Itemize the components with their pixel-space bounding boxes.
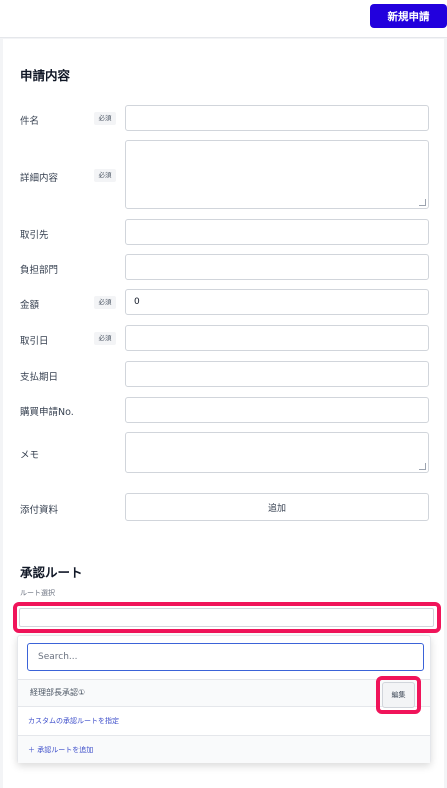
required-badge: 必須 — [94, 169, 116, 182]
add-attachment-button[interactable]: 追加 — [125, 493, 429, 521]
form-section-title: 申請内容 — [20, 68, 71, 83]
new-request-button[interactable]: 新規申請 — [370, 4, 447, 28]
vendor-input[interactable] — [125, 219, 429, 245]
department-input[interactable] — [125, 254, 429, 280]
field-label-memo: メモ — [20, 450, 40, 461]
top-bar: 新規申請 — [0, 0, 447, 38]
route-select-label: ルート選択 — [20, 589, 55, 597]
due-date-input[interactable] — [125, 361, 429, 387]
approval-section-title: 承認ルート — [20, 565, 83, 580]
field-label-vendor: 取引先 — [20, 230, 49, 241]
field-label-details: 詳細内容 — [20, 173, 59, 184]
route-search-input[interactable]: Search... — [27, 643, 424, 671]
route-dropdown: Search... 経理部長承認① 編集 カスタムの承認ルートを指定 ＋ 承認ル… — [17, 635, 431, 763]
amount-input[interactable]: 0 — [125, 289, 429, 315]
memo-textarea[interactable] — [125, 432, 429, 473]
subject-input[interactable] — [125, 105, 429, 131]
edit-route-button[interactable]: 編集 — [382, 682, 415, 708]
add-route-link[interactable]: ＋ 承認ルートを追加 — [28, 745, 93, 755]
required-badge: 必須 — [94, 296, 116, 309]
field-label-due-date: 支払期日 — [20, 372, 59, 383]
route-option-label: 経理部長承認① — [30, 688, 86, 697]
field-label-amount: 金額 — [20, 300, 40, 311]
divider — [18, 706, 430, 707]
route-select-input[interactable] — [19, 608, 434, 627]
field-label-department: 負担部門 — [20, 265, 59, 276]
field-label-attachments: 添付資料 — [20, 505, 59, 516]
field-label-transaction-date: 取引日 — [20, 336, 49, 347]
field-label-purchase-request-no: 購買申請No. — [20, 407, 74, 418]
transaction-date-input[interactable] — [125, 325, 429, 351]
custom-route-link[interactable]: カスタムの承認ルートを指定 — [28, 716, 119, 726]
add-route-row: ＋ 承認ルートを追加 — [18, 736, 430, 763]
route-option[interactable]: 経理部長承認① — [18, 680, 430, 706]
details-textarea[interactable] — [125, 140, 429, 209]
field-label-subject: 件名 — [20, 116, 40, 127]
required-badge: 必須 — [94, 332, 116, 345]
purchase-request-no-input[interactable] — [125, 397, 429, 423]
required-badge: 必須 — [94, 112, 116, 125]
